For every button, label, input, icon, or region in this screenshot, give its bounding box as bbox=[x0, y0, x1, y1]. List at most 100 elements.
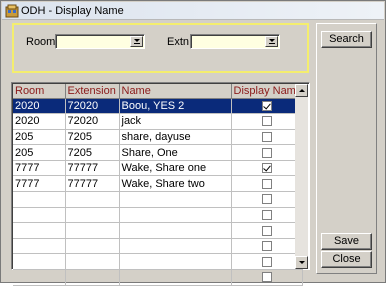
cell-extension: 77777 bbox=[65, 175, 120, 193]
cell-empty bbox=[13, 253, 66, 271]
cell-empty bbox=[119, 207, 232, 224]
display-name-checkbox[interactable] bbox=[261, 178, 272, 189]
cell-extension: 7205 bbox=[65, 129, 120, 146]
cell-display-name bbox=[231, 222, 303, 239]
cell-empty bbox=[13, 207, 66, 224]
cell-display-name bbox=[231, 207, 303, 224]
grid-body: 2020 72020 Boou, YES 2 2020 72020 jack 205 7205… bbox=[13, 98, 303, 286]
results-table: Room Extension Name Display Name 2020 720… bbox=[13, 84, 303, 286]
cell-name: Wake, Share one bbox=[119, 160, 232, 177]
table-row[interactable]: 7777 77777 Wake, Share two bbox=[13, 175, 303, 193]
search-button[interactable]: Search bbox=[321, 31, 372, 48]
table-row[interactable]: 2020 72020 jack bbox=[13, 113, 303, 130]
cell-display-name bbox=[231, 129, 303, 146]
column-header-display-name[interactable]: Display Name bbox=[231, 84, 303, 99]
search-button-label: Search bbox=[329, 33, 364, 45]
vertical-scrollbar[interactable] bbox=[295, 84, 308, 269]
cell-room: 205 bbox=[13, 129, 66, 146]
scroll-down-button[interactable] bbox=[295, 256, 308, 269]
cell-empty bbox=[119, 253, 232, 271]
cell-name: Boou, YES 2 bbox=[119, 98, 232, 115]
cell-empty bbox=[65, 222, 120, 239]
column-header-room[interactable]: Room bbox=[13, 84, 66, 99]
cell-empty bbox=[13, 222, 66, 239]
button-panel: Search Save Close bbox=[316, 23, 377, 274]
cell-extension: 72020 bbox=[65, 113, 120, 130]
display-name-checkbox[interactable] bbox=[261, 194, 272, 205]
cell-extension: 7205 bbox=[65, 144, 120, 161]
cell-room: 205 bbox=[13, 144, 66, 161]
chevron-down-icon bbox=[269, 39, 275, 42]
cell-name: Share, One bbox=[119, 144, 232, 161]
title-bar: ODH - Display Name bbox=[2, 2, 384, 20]
cell-empty bbox=[119, 191, 232, 208]
cell-empty bbox=[65, 238, 120, 255]
table-row-empty[interactable] bbox=[13, 222, 303, 239]
cell-empty bbox=[119, 238, 232, 255]
table-row[interactable]: 205 7205 Share, One bbox=[13, 144, 303, 161]
table-row[interactable]: 7777 77777 Wake, Share one bbox=[13, 160, 303, 177]
cell-display-name bbox=[231, 253, 303, 271]
table-row[interactable]: 2020 72020 Boou, YES 2 bbox=[13, 98, 303, 115]
cell-extension: 72020 bbox=[65, 98, 120, 115]
cell-display-name bbox=[231, 144, 303, 161]
room-combo[interactable] bbox=[55, 34, 145, 49]
display-name-checkbox[interactable] bbox=[261, 272, 272, 283]
filter-panel: Room Extn. bbox=[12, 23, 309, 73]
display-name-checkbox[interactable] bbox=[261, 210, 272, 221]
table-row-empty[interactable] bbox=[13, 207, 303, 224]
save-button-label: Save bbox=[333, 235, 360, 247]
cell-room: 2020 bbox=[13, 113, 66, 130]
display-name-checkbox[interactable] bbox=[261, 132, 272, 143]
cell-display-name bbox=[231, 238, 303, 255]
display-name-checkbox[interactable] bbox=[261, 147, 272, 158]
cell-name: Wake, Share two bbox=[119, 175, 232, 193]
dropdown-bar-icon bbox=[269, 43, 275, 44]
display-name-checkbox[interactable] bbox=[261, 163, 272, 174]
column-header-extension[interactable]: Extension bbox=[65, 84, 120, 99]
cell-room: 2020 bbox=[13, 98, 66, 115]
extn-combo[interactable] bbox=[190, 34, 280, 49]
close-button[interactable]: Close bbox=[321, 251, 372, 268]
display-name-window: ODH - Display Name Room Extn. Search Sav… bbox=[0, 0, 386, 286]
header-row: Room Extension Name Display Name bbox=[13, 84, 303, 99]
arrow-down-icon bbox=[299, 261, 305, 264]
room-dropdown-button[interactable] bbox=[130, 36, 143, 47]
arrow-up-icon bbox=[299, 89, 305, 92]
display-name-checkbox[interactable] bbox=[261, 100, 272, 111]
table-row-empty[interactable] bbox=[13, 238, 303, 255]
window-title: ODH - Display Name bbox=[21, 5, 124, 17]
column-header-name[interactable]: Name bbox=[119, 84, 232, 99]
table-row-empty[interactable] bbox=[13, 253, 303, 271]
cell-room: 7777 bbox=[13, 160, 66, 177]
cell-display-name bbox=[231, 191, 303, 208]
scroll-up-button[interactable] bbox=[295, 84, 308, 97]
cell-display-name bbox=[231, 113, 303, 130]
chevron-down-icon bbox=[134, 39, 140, 42]
cell-room: 7777 bbox=[13, 175, 66, 193]
dropdown-bar-icon bbox=[134, 43, 140, 44]
cell-display-name bbox=[231, 98, 303, 115]
table-row[interactable]: 205 7205 share, dayuse bbox=[13, 129, 303, 146]
display-name-checkbox[interactable] bbox=[261, 116, 272, 127]
cell-name: jack bbox=[119, 113, 232, 130]
room-label: Room bbox=[26, 36, 56, 48]
cell-empty bbox=[119, 222, 232, 239]
extn-dropdown-button[interactable] bbox=[265, 36, 278, 47]
table-row-empty[interactable] bbox=[13, 191, 303, 208]
cell-empty bbox=[13, 191, 66, 208]
cell-empty bbox=[65, 191, 120, 208]
app-icon bbox=[5, 4, 19, 18]
results-grid[interactable]: Room Extension Name Display Name 2020 720… bbox=[11, 82, 310, 286]
cell-empty bbox=[13, 238, 66, 255]
display-name-checkbox[interactable] bbox=[261, 241, 272, 252]
cell-empty bbox=[65, 207, 120, 224]
extn-label: Extn. bbox=[167, 36, 193, 48]
close-button-label: Close bbox=[332, 253, 361, 265]
cell-empty bbox=[65, 253, 120, 271]
cell-display-name bbox=[231, 160, 303, 177]
display-name-checkbox[interactable] bbox=[261, 225, 272, 236]
cell-display-name bbox=[231, 175, 303, 193]
save-button[interactable]: Save bbox=[321, 233, 372, 250]
display-name-checkbox[interactable] bbox=[261, 256, 272, 267]
